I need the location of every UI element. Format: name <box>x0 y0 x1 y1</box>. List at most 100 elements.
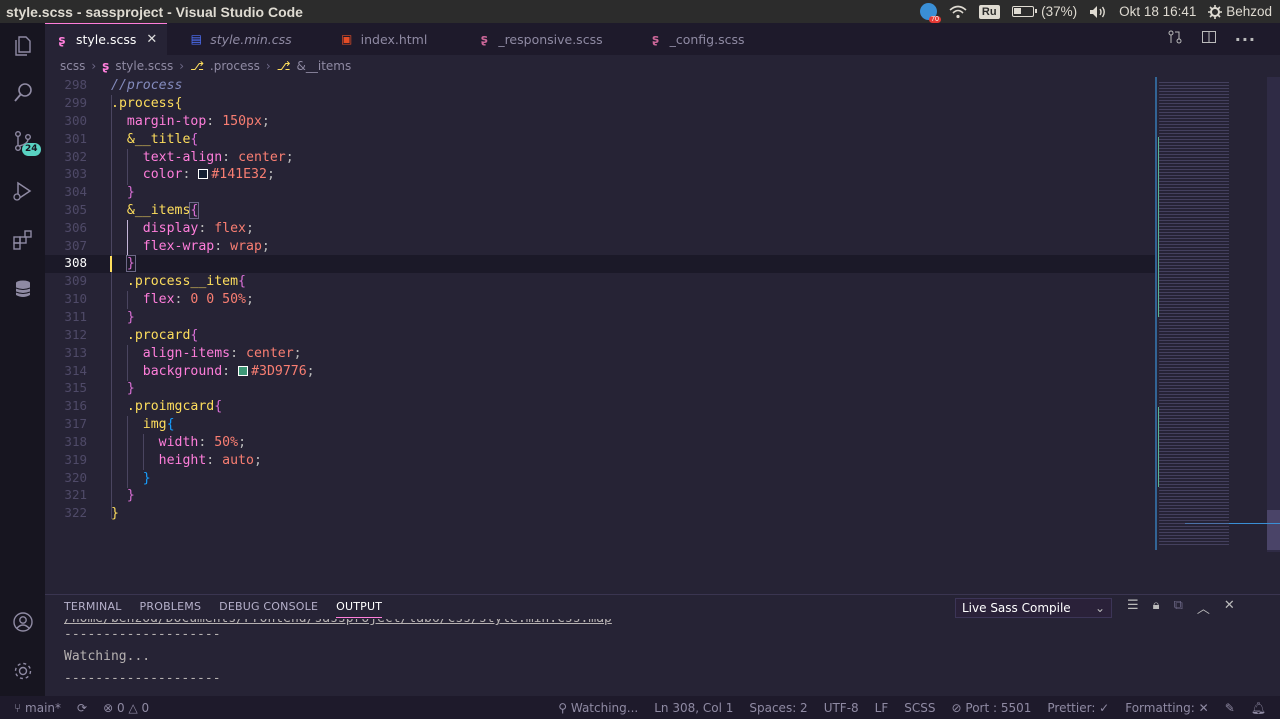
breadcrumb-selector[interactable]: .process <box>210 59 260 73</box>
code-line: .process{ <box>111 96 183 111</box>
watch-icon: ⚲ <box>558 700 568 715</box>
more-actions-icon[interactable]: ··· <box>1235 30 1256 49</box>
notification-icon[interactable]: 70 <box>919 3 941 23</box>
wifi-icon[interactable] <box>949 5 967 19</box>
close-panel-icon[interactable]: ✕ <box>1224 598 1235 617</box>
line-number: 317 <box>64 416 87 431</box>
extensions-icon[interactable] <box>0 217 45 262</box>
breadcrumb-folder[interactable]: scss <box>60 59 85 73</box>
line-number: 307 <box>64 238 87 253</box>
panel-tabs: TERMINAL PROBLEMS DEBUG CONSOLE OUTPUT <box>64 600 383 618</box>
copy-icon[interactable]: ⧉ <box>1174 598 1183 617</box>
line-number: 302 <box>64 149 87 164</box>
volume-icon[interactable] <box>1089 5 1107 19</box>
notifications-bell-icon[interactable]: 🔔︎ <box>1251 701 1266 715</box>
maximize-panel-icon[interactable]: ︿ <box>1197 598 1210 617</box>
line-number: 322 <box>64 505 87 520</box>
code-line: } <box>126 185 135 200</box>
clock[interactable]: Okt 18 16:41 <box>1119 4 1196 19</box>
cursor-position[interactable]: Ln 308, Col 1 <box>654 701 733 715</box>
system-menu[interactable]: Behzod <box>1208 4 1272 19</box>
tab-style-scss[interactable]: ʂ style.scss ✕ <box>45 23 168 55</box>
run-debug-icon[interactable] <box>0 168 45 213</box>
tab-label: index.html <box>360 31 428 47</box>
editor-actions: ··· <box>1167 23 1280 55</box>
problems-indicator[interactable]: ⊗ 0 △ 0 <box>103 701 149 715</box>
live-server-port[interactable]: ⊘ Port : 5501 <box>952 701 1032 715</box>
color-swatch[interactable] <box>238 366 249 376</box>
language-mode[interactable]: SCSS <box>904 701 935 715</box>
output-channel-select[interactable]: Live Sass Compile ⌄ <box>955 598 1112 618</box>
source-control-icon[interactable]: 24 <box>0 118 45 163</box>
end-of-line[interactable]: LF <box>875 701 889 715</box>
sass-watch-label: Watching... <box>570 700 639 715</box>
clear-output-icon[interactable]: ☰ <box>1127 598 1139 617</box>
lock-icon[interactable]: 🔒︎ <box>1153 598 1160 617</box>
minimap-code <box>1159 82 1229 547</box>
activity-bar: 24 <box>0 23 45 696</box>
database-icon[interactable] <box>0 266 45 311</box>
selector-icon: ⎇ <box>190 59 204 73</box>
code-line: text-align: center; <box>142 150 294 165</box>
minimap[interactable] <box>1155 77 1280 552</box>
window-title: style.scss - sassproject - Visual Studio… <box>6 3 303 20</box>
breadcrumb-nested-selector[interactable]: &__items <box>297 59 352 73</box>
tab-responsive-scss[interactable]: ʂ _responsive.scss <box>437 23 612 55</box>
line-number: 320 <box>64 470 87 485</box>
code-line: flex: 0 0 50%; <box>142 292 254 307</box>
open-changes-icon[interactable] <box>1167 29 1183 49</box>
tab-style-min-css[interactable]: ▤ style.min.css <box>167 23 301 55</box>
account-icon[interactable] <box>0 599 45 644</box>
port-icon: ⊘ <box>951 700 962 715</box>
battery-indicator[interactable]: (37%) <box>1011 4 1077 19</box>
minimap-scrollbar[interactable] <box>1267 77 1280 552</box>
tab-index-html[interactable]: ▣ index.html <box>302 23 438 55</box>
manage-gear-icon[interactable] <box>0 648 45 693</box>
tab-problems[interactable]: PROBLEMS <box>140 600 202 618</box>
encoding[interactable]: UTF-8 <box>824 701 859 715</box>
code-line: display: flex; <box>142 221 254 236</box>
tab-terminal[interactable]: TERMINAL <box>64 600 122 618</box>
line-number: 321 <box>64 487 87 502</box>
tab-debug-console[interactable]: DEBUG CONSOLE <box>219 600 318 618</box>
indentation[interactable]: Spaces: 2 <box>749 701 807 715</box>
tab-config-scss[interactable]: ʂ _config.scss <box>613 23 755 55</box>
close-icon[interactable]: ✕ <box>146 32 157 47</box>
feedback-icon[interactable]: ✎ <box>1225 701 1235 715</box>
line-number: 312 <box>64 327 87 342</box>
line-number-current: 308 <box>64 255 87 270</box>
error-count: 0 <box>116 700 125 715</box>
line-number: 318 <box>64 434 87 449</box>
line-number: 298 <box>64 77 87 92</box>
code-line: } <box>126 381 135 396</box>
code-line: .procard{ <box>126 328 199 343</box>
code-line: color: #141E32; <box>142 167 275 182</box>
line-number: 299 <box>64 95 87 110</box>
tab-output[interactable]: OUTPUT <box>336 600 383 618</box>
warning-icon: △ <box>128 700 138 715</box>
code-line: height: auto; <box>158 453 262 468</box>
branch-indicator[interactable]: ⑂ main* <box>14 701 61 715</box>
keyboard-language[interactable]: Ru <box>978 4 1000 19</box>
formatting-status[interactable]: Formatting: ✕ <box>1125 701 1208 715</box>
breadcrumb-file[interactable]: style.scss <box>115 59 173 73</box>
prettier-status[interactable]: Prettier: ✓ <box>1047 701 1109 715</box>
line-number: 304 <box>64 184 87 199</box>
minimap-slider[interactable] <box>1267 510 1280 550</box>
split-editor-icon[interactable] <box>1201 29 1217 49</box>
search-icon[interactable] <box>0 70 45 115</box>
chevron-down-icon: ⌄ <box>1094 601 1105 615</box>
code-editor[interactable]: 298 299 300 301 302 303 304 305 306 307 … <box>45 77 1155 594</box>
sass-icon: ʂ <box>58 32 66 47</box>
sync-icon[interactable]: ⟳ <box>77 701 87 715</box>
code-line: } <box>126 310 135 325</box>
code-line: background: #3D9776; <box>142 364 315 379</box>
explorer-icon[interactable] <box>0 23 45 68</box>
color-swatch[interactable] <box>198 169 209 179</box>
sass-watch-status[interactable]: ⚲ Watching... <box>558 701 638 715</box>
output-text[interactable]: /home/behzod/Documents/Frontend/sassproj… <box>64 619 612 688</box>
notification-count: 70 <box>929 16 941 23</box>
line-number: 301 <box>64 131 87 146</box>
chevron-right-icon: › <box>265 59 271 73</box>
warning-count: 0 <box>141 700 150 715</box>
